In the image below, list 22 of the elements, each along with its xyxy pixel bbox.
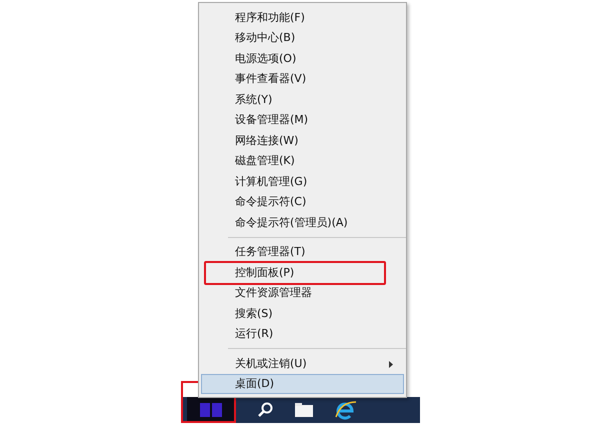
menu-item[interactable]: 命令提示符(C) xyxy=(201,192,404,212)
menu-item[interactable]: 控制面板(P) xyxy=(201,262,404,282)
menu-item[interactable]: 事件查看器(V) xyxy=(201,68,404,89)
menu-item[interactable]: 文件资源管理器 xyxy=(201,282,404,303)
menu-item[interactable]: 搜索(S) xyxy=(201,303,404,324)
menu-item[interactable]: 命令提示符(管理员)(A) xyxy=(201,212,404,232)
menu-item[interactable]: 电源选项(O) xyxy=(201,48,404,68)
menu-item[interactable]: 移动中心(B) xyxy=(201,28,404,48)
menu-item[interactable]: 关机或注销(U) xyxy=(201,353,404,374)
menu-item[interactable]: 设备管理器(M) xyxy=(201,110,404,130)
menu-item[interactable]: 程序和功能(F) xyxy=(201,7,404,28)
windows-logo-icon xyxy=(200,403,222,417)
menu-item[interactable]: 计算机管理(G) xyxy=(201,171,404,192)
browser-e-icon[interactable] xyxy=(335,400,357,420)
menu-item[interactable]: 任务管理器(T) xyxy=(201,242,404,262)
menu-item[interactable]: 网络连接(W) xyxy=(201,130,404,150)
menu-item[interactable]: 桌面(D) xyxy=(201,374,404,394)
menu-item[interactable]: 运行(R) xyxy=(201,324,404,344)
menu-item[interactable]: 系统(Y) xyxy=(201,89,404,110)
menu-item[interactable]: 磁盘管理(K) xyxy=(201,150,404,171)
folder-icon[interactable] xyxy=(295,403,313,417)
search-icon[interactable] xyxy=(257,402,273,418)
